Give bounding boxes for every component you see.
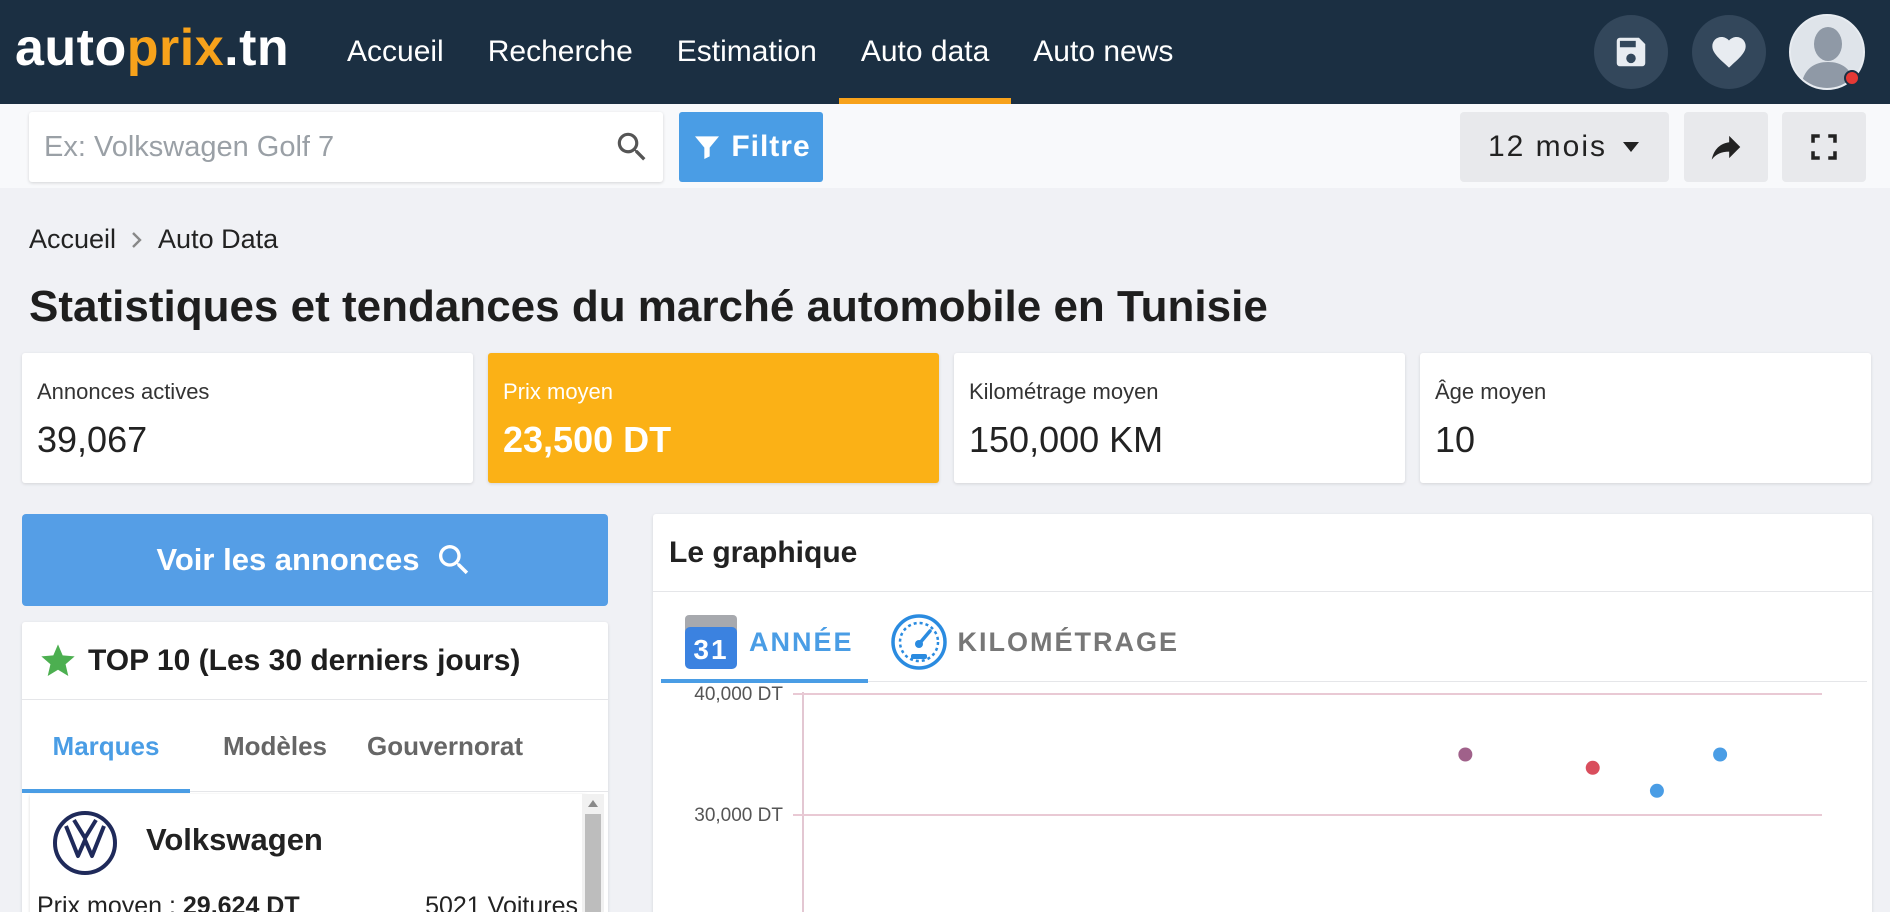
stat-value: 39,067 (37, 419, 148, 460)
favorites-button[interactable] (1692, 15, 1766, 89)
view-listings-label: Voir les annonces (156, 542, 420, 577)
notification-dot (1844, 70, 1860, 86)
site-logo[interactable]: autoprix.tn (15, 18, 289, 78)
calendar-icon: 31 (685, 615, 737, 669)
stat-card-avg-age: Âge moyen 10 (1420, 353, 1871, 483)
tab-annee[interactable]: 31 ANNÉE (661, 602, 868, 683)
stat-label: Annonces actives (37, 379, 210, 404)
tab-gouvernorat[interactable]: Gouvernorat (360, 700, 530, 792)
volkswagen-logo-icon (53, 811, 117, 875)
stat-label: Âge moyen (1435, 379, 1547, 404)
save-icon (1616, 37, 1646, 67)
nav-link-auto-data[interactable]: Auto data (838, 0, 1012, 104)
breadcrumb-accueil[interactable]: Accueil (29, 224, 116, 255)
scatter-point[interactable] (1649, 783, 1664, 798)
chart-panel-title: Le graphique (653, 514, 1872, 592)
main-nav: Accueil Recherche Estimation Auto data A… (325, 0, 1195, 104)
tab-modeles[interactable]: Modèles (190, 700, 360, 792)
nav-link-estimation[interactable]: Estimation (655, 0, 839, 104)
y-tick-label: 40,000 DT (694, 684, 783, 705)
top10-header: TOP 10 (Les 30 derniers jours) (22, 622, 608, 700)
stat-label: Prix moyen (503, 379, 614, 404)
period-dropdown[interactable]: 12 mois (1460, 112, 1669, 182)
search-box (29, 112, 663, 182)
period-label: 12 mois (1487, 130, 1608, 163)
scatter-point[interactable] (1713, 747, 1728, 762)
speedometer-icon (890, 614, 947, 670)
search-icon (438, 545, 468, 575)
filter-button[interactable]: Filtre (679, 112, 823, 182)
share-button[interactable] (1684, 112, 1768, 182)
nav-link-recherche[interactable]: Recherche (466, 0, 655, 104)
nav-link-auto-news[interactable]: Auto news (1011, 0, 1195, 104)
breadcrumb-auto-data: Auto Data (158, 224, 279, 254)
calendar-day: 31 (693, 634, 728, 665)
brand-name: Volkswagen (146, 822, 323, 857)
chart-tabs: 31 ANNÉE KILOMÉTRAGE (661, 602, 1867, 683)
price-by-year-chart: 40,000 DT 30,000 DT (694, 684, 1822, 912)
stat-value: 10 (1435, 419, 1476, 460)
filter-icon (695, 136, 720, 159)
chart-panel: Le graphique 31 ANNÉE KILOMÉTRAGE 40,000… (653, 514, 1872, 912)
filter-label: Filtre (731, 130, 811, 163)
scroll-up-arrow-icon[interactable] (582, 794, 604, 812)
caret-down-icon (1623, 142, 1640, 152)
fullscreen-icon (1811, 134, 1837, 160)
list-scrollbar[interactable] (582, 794, 604, 912)
search-input[interactable] (29, 112, 589, 182)
y-tick-label: 30,000 DT (694, 805, 783, 826)
stat-value: 150,000 KM (969, 419, 1164, 460)
brand-car-count: 5021 Voitures (425, 892, 578, 912)
stat-value: 23,500 DT (503, 419, 672, 460)
stat-card-avg-mileage: Kilométrage moyen 150,000 KM (954, 353, 1405, 483)
stat-label: Kilométrage moyen (969, 379, 1159, 404)
top10-title: TOP 10 (Les 30 derniers jours) (88, 643, 521, 677)
top-navbar: autoprix.tn Accueil Recherche Estimation… (0, 0, 1890, 104)
tab-kilometrage[interactable]: KILOMÉTRAGE (868, 602, 1194, 682)
scatter-point[interactable] (1585, 760, 1600, 775)
fullscreen-button[interactable] (1782, 112, 1866, 182)
view-listings-button[interactable]: Voir les annonces (22, 514, 608, 606)
scrollbar-thumb[interactable] (585, 814, 601, 912)
search-icon[interactable] (613, 128, 651, 166)
nav-link-accueil[interactable]: Accueil (325, 0, 466, 104)
scatter-point[interactable] (1458, 747, 1473, 762)
tab-kilometrage-label: KILOMÉTRAGE (957, 626, 1180, 657)
stat-card-active-ads: Annonces actives 39,067 (22, 353, 473, 483)
top10-tabs: Marques Modèles Gouvernorat (22, 700, 608, 793)
stat-card-avg-price: Prix moyen 23,500 DT (488, 353, 939, 483)
share-icon (1711, 135, 1741, 160)
star-icon (41, 643, 75, 676)
saved-searches-button[interactable] (1594, 15, 1668, 89)
breadcrumb: Accueil Auto Data (29, 224, 278, 255)
heart-icon (1712, 37, 1746, 68)
brand-avg-price: Prix moyen : 29,624 DT (37, 892, 300, 912)
search-toolbar: Filtre 12 mois (0, 104, 1890, 188)
top10-panel: TOP 10 (Les 30 derniers jours) Marques M… (22, 622, 608, 912)
chevron-right-icon (132, 231, 142, 248)
tab-marques[interactable]: Marques (22, 700, 190, 793)
page-title: Statistiques et tendances du marché auto… (29, 282, 1268, 331)
tab-annee-label: ANNÉE (749, 626, 854, 657)
list-item[interactable]: Volkswagen Prix moyen : 29,624 DT 5021 V… (30, 794, 586, 912)
